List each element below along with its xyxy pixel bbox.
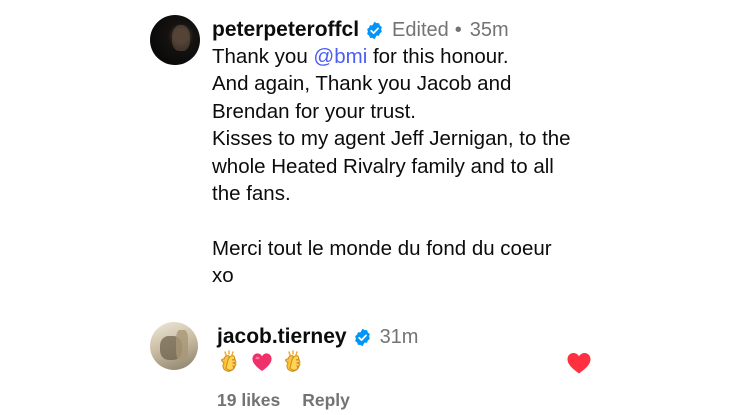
emoji-reply bbox=[219, 350, 305, 374]
reply-button[interactable]: Reply bbox=[302, 390, 350, 411]
comment-line: Brendan for your trust. bbox=[212, 99, 416, 123]
timestamp: 35m bbox=[469, 18, 509, 41]
verified-badge-icon bbox=[353, 328, 372, 347]
comment-line: the fans. bbox=[212, 181, 291, 205]
avatar[interactable] bbox=[150, 322, 198, 370]
comment-line: Thank you @bmi for this honour. bbox=[212, 43, 632, 70]
avatar[interactable] bbox=[150, 15, 200, 65]
comment-line: whole Heated Rivalry family and to all bbox=[212, 154, 554, 178]
comment-header: jacob.tierney 31m bbox=[217, 324, 418, 350]
comment-actions: 19 likes Reply bbox=[217, 390, 350, 411]
clapping-hands-icon bbox=[285, 350, 301, 372]
username[interactable]: jacob.tierney bbox=[217, 325, 347, 349]
comment-text: Thank you @bmi for this honour. And agai… bbox=[212, 43, 632, 290]
username[interactable]: peterpeteroffcl bbox=[212, 18, 359, 42]
comment-line: Merci tout le monde du fond du coeur bbox=[212, 236, 552, 260]
text-segment: Thank you bbox=[212, 45, 314, 68]
separator-dot: • bbox=[454, 18, 462, 41]
comment-line: And again, Thank you Jacob and bbox=[212, 72, 512, 96]
comment-header: peterpeteroffcl Edited • 35m bbox=[212, 17, 509, 43]
clapping-hands-icon bbox=[221, 350, 237, 372]
comment-line: xo bbox=[212, 264, 234, 288]
heart-icon[interactable] bbox=[566, 351, 592, 375]
edited-label: Edited bbox=[392, 18, 449, 41]
text-segment: for this honour. bbox=[367, 45, 509, 68]
pink-heart-icon bbox=[252, 353, 272, 371]
timestamp: 31m bbox=[379, 325, 419, 348]
likes-count-link[interactable]: 19 likes bbox=[217, 390, 280, 411]
mention-link[interactable]: @bmi bbox=[313, 45, 367, 68]
comment-line bbox=[212, 207, 632, 234]
comment-line: Kisses to my agent Jeff Jernigan, to the bbox=[212, 127, 571, 151]
verified-badge-icon bbox=[365, 21, 384, 40]
